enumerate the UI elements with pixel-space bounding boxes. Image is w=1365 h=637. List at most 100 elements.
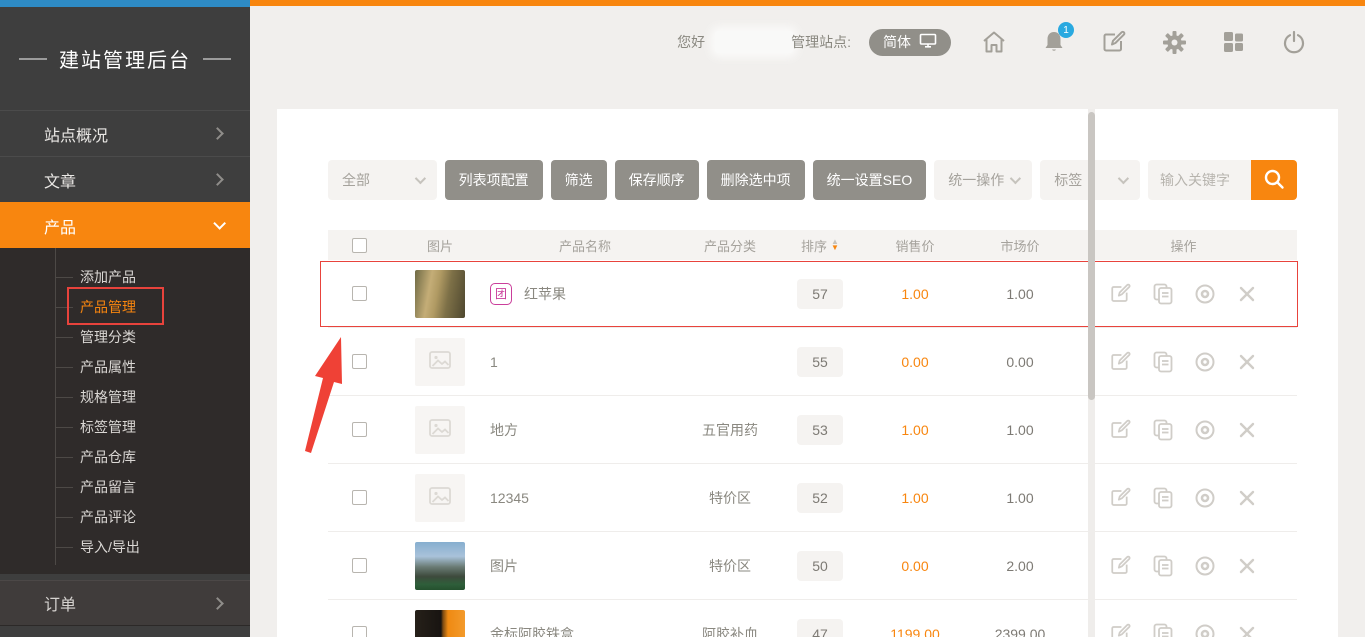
table-row: 金标阿胶铁盒 阿胶补血 47 1199.00 2399.00	[328, 600, 1297, 637]
top-header-bar: 您好 管理站点: 简体 1	[250, 6, 1365, 106]
batch-operation-dropdown[interactable]: 统一操作	[934, 160, 1032, 200]
product-name[interactable]: 金标阿胶铁盒	[490, 624, 574, 637]
sort-arrows-icon[interactable]: ▲▼	[831, 239, 839, 251]
edit-icon[interactable]	[1110, 555, 1132, 577]
sort-value[interactable]: 52	[797, 483, 843, 513]
row-checkbox[interactable]	[352, 354, 367, 369]
chevron-down-icon	[1118, 173, 1129, 184]
delete-icon[interactable]	[1236, 623, 1258, 637]
product-name[interactable]: 1	[490, 354, 498, 370]
copy-icon[interactable]	[1152, 351, 1174, 373]
save-order-button[interactable]: 保存顺序	[615, 160, 699, 200]
header-image: 图片	[390, 236, 490, 255]
copy-icon[interactable]	[1152, 419, 1174, 441]
sidebar: 建站管理后台 站点概况 文章 产品 添加产品 产品管理 管理分类 产品属性 规格…	[0, 0, 250, 637]
row-checkbox[interactable]	[352, 490, 367, 505]
view-icon[interactable]	[1194, 419, 1216, 441]
sort-value[interactable]: 47	[797, 619, 843, 637]
row-checkbox[interactable]	[352, 286, 367, 301]
delete-icon[interactable]	[1236, 283, 1258, 305]
view-icon[interactable]	[1194, 555, 1216, 577]
gear-icon[interactable]	[1161, 29, 1187, 55]
product-name[interactable]: 12345	[490, 490, 529, 506]
view-icon[interactable]	[1194, 283, 1216, 305]
submenu-item[interactable]: 产品属性	[0, 352, 250, 382]
header-sort-label: 排序	[801, 236, 827, 255]
admin-app: 建站管理后台 站点概况 文章 产品 添加产品 产品管理 管理分类 产品属性 规格…	[0, 0, 1365, 637]
edit-icon[interactable]	[1110, 623, 1132, 637]
sidebar-item-articles[interactable]: 文章	[0, 156, 250, 202]
view-icon[interactable]	[1194, 623, 1216, 637]
row-checkbox[interactable]	[352, 422, 367, 437]
bell-icon[interactable]: 1	[1041, 29, 1067, 55]
edit-icon[interactable]	[1110, 283, 1132, 305]
product-thumbnail[interactable]	[415, 406, 465, 454]
view-icon[interactable]	[1194, 351, 1216, 373]
delete-icon[interactable]	[1236, 487, 1258, 509]
search-input[interactable]	[1148, 160, 1251, 200]
view-icon[interactable]	[1194, 487, 1216, 509]
sort-value[interactable]: 53	[797, 415, 843, 445]
sidebar-item-label: 产品	[44, 214, 76, 238]
product-name[interactable]: 地方	[490, 420, 518, 440]
copy-icon[interactable]	[1152, 487, 1174, 509]
list-config-button[interactable]: 列表项配置	[445, 160, 543, 200]
table-row: 地方 五官用药 53 1.00 1.00	[328, 396, 1297, 464]
submenu-item[interactable]: 添加产品	[0, 262, 250, 292]
submenu-item[interactable]: 产品留言	[0, 472, 250, 502]
sort-value[interactable]: 55	[797, 347, 843, 377]
product-name[interactable]: 图片	[490, 556, 518, 576]
edit-icon[interactable]	[1110, 351, 1132, 373]
copy-icon[interactable]	[1152, 555, 1174, 577]
edit-icon[interactable]	[1101, 29, 1127, 55]
sale-price: 1.00	[901, 286, 928, 302]
submenu-item[interactable]: 产品仓库	[0, 442, 250, 472]
language-pill-button[interactable]: 简体	[869, 29, 951, 56]
submenu-item-product-management[interactable]: 产品管理	[0, 292, 250, 322]
product-thumbnail[interactable]	[415, 474, 465, 522]
submenu-item[interactable]: 产品评论	[0, 502, 250, 532]
header-sort[interactable]: 排序 ▲▼	[780, 236, 860, 255]
row-checkbox[interactable]	[352, 558, 367, 573]
product-name[interactable]: 红苹果	[524, 284, 566, 304]
filter-all-dropdown[interactable]: 全部	[328, 160, 437, 200]
delete-icon[interactable]	[1236, 419, 1258, 441]
seo-settings-button[interactable]: 统一设置SEO	[813, 160, 927, 200]
sort-value[interactable]: 57	[797, 279, 843, 309]
delete-icon[interactable]	[1236, 351, 1258, 373]
search-button[interactable]	[1251, 160, 1297, 200]
app-title: 建站管理后台	[0, 7, 250, 110]
submenu-item[interactable]: 规格管理	[0, 382, 250, 412]
search-bar	[1148, 160, 1297, 200]
edit-icon[interactable]	[1110, 419, 1132, 441]
market-price: 1.00	[1006, 422, 1033, 438]
select-all-checkbox[interactable]	[352, 238, 367, 253]
image-placeholder-icon	[429, 487, 451, 508]
delete-icon[interactable]	[1236, 555, 1258, 577]
product-thumbnail[interactable]	[415, 610, 465, 637]
market-price: 2.00	[1006, 558, 1033, 574]
sidebar-item-orders[interactable]: 订单	[0, 580, 250, 626]
submenu-item[interactable]: 导入/导出	[0, 532, 250, 562]
copy-icon[interactable]	[1152, 283, 1174, 305]
filter-button[interactable]: 筛选	[551, 160, 607, 200]
sort-value[interactable]: 50	[797, 551, 843, 581]
market-price: 0.00	[1006, 354, 1033, 370]
chevron-right-icon	[211, 173, 224, 186]
submenu-item[interactable]: 标签管理	[0, 412, 250, 442]
apps-grid-icon[interactable]	[1221, 29, 1247, 55]
chevron-right-icon	[211, 597, 224, 610]
delete-selected-button[interactable]: 删除选中项	[707, 160, 805, 200]
product-thumbnail[interactable]	[415, 270, 465, 318]
product-thumbnail[interactable]	[415, 338, 465, 386]
row-checkbox[interactable]	[352, 626, 367, 637]
scrollbar-thumb[interactable]	[1088, 112, 1095, 400]
edit-icon[interactable]	[1110, 487, 1132, 509]
home-icon[interactable]	[981, 29, 1007, 55]
submenu-item[interactable]: 管理分类	[0, 322, 250, 352]
sidebar-item-products[interactable]: 产品	[0, 202, 250, 248]
power-icon[interactable]	[1281, 29, 1307, 55]
product-thumbnail[interactable]	[415, 542, 465, 590]
sidebar-item-site-overview[interactable]: 站点概况	[0, 110, 250, 156]
copy-icon[interactable]	[1152, 623, 1174, 637]
